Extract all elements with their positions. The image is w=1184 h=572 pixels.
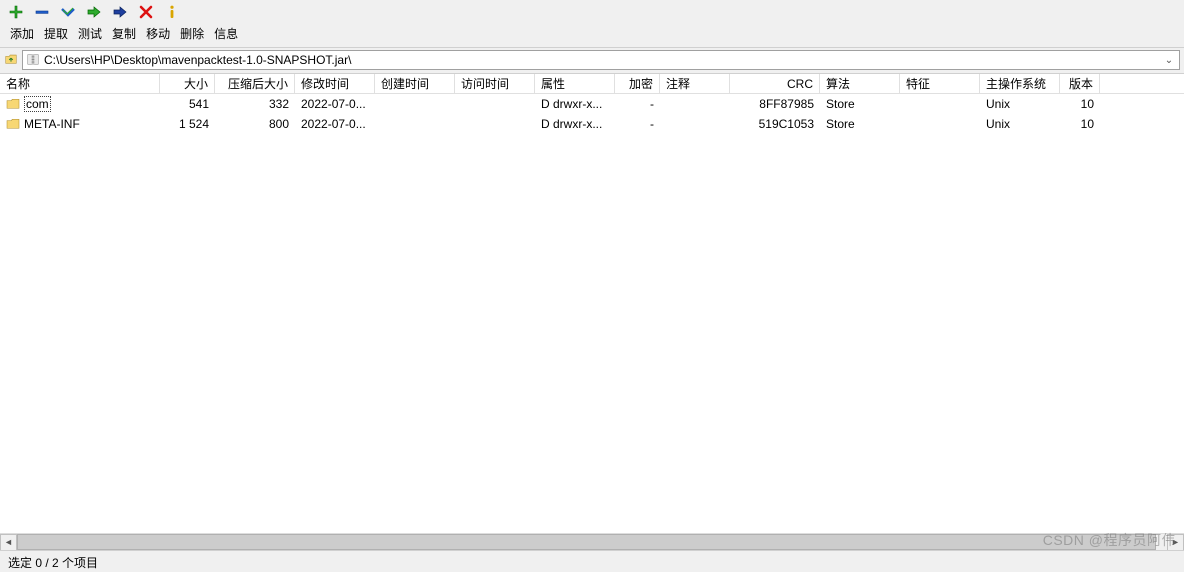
x-icon[interactable]	[138, 4, 154, 20]
cell-feat	[900, 122, 980, 126]
table-header: 名称 大小 压缩后大小 修改时间 创建时间 访问时间 属性 加密 注释 CRC …	[0, 74, 1184, 94]
col-name[interactable]: 名称	[0, 74, 160, 93]
cell-packed: 800	[215, 115, 295, 133]
cell-enc: -	[615, 115, 660, 133]
toolbar-icon-row	[6, 2, 1178, 21]
toolbar-copy[interactable]: 复制	[108, 23, 140, 44]
address-input[interactable]	[44, 53, 1158, 67]
cell-modified: 2022-07-0...	[295, 115, 375, 133]
cell-comment	[660, 102, 730, 106]
col-accessed[interactable]: 访问时间	[455, 74, 535, 93]
info-icon[interactable]	[164, 4, 180, 20]
scroll-right-btn[interactable]: ►	[1167, 534, 1184, 551]
col-ver[interactable]: 版本	[1060, 74, 1100, 93]
scroll-track[interactable]	[17, 534, 1167, 550]
col-os[interactable]: 主操作系统	[980, 74, 1060, 93]
col-size[interactable]: 大小	[160, 74, 215, 93]
cell-crc: 519C1053	[730, 115, 820, 133]
arrow-right-outline-icon[interactable]	[86, 4, 102, 20]
col-comment[interactable]: 注释	[660, 74, 730, 93]
toolbar-extract[interactable]: 提取	[40, 23, 72, 44]
address-bar: ⌄	[0, 48, 1184, 74]
cell-packed: 332	[215, 95, 295, 113]
table-row[interactable]: com5413322022-07-0... D drwxr-x...- 8FF879…	[0, 94, 1184, 114]
toolbar-info[interactable]: 信息	[210, 23, 242, 44]
cell-os: Unix	[980, 115, 1060, 133]
arrow-right-solid-icon[interactable]	[112, 4, 128, 20]
main-toolbar: 添加 提取 测试 复制 移动 删除 信息	[0, 0, 1184, 48]
col-created[interactable]: 创建时间	[375, 74, 455, 93]
col-crc[interactable]: CRC	[730, 74, 820, 93]
folder-up-icon[interactable]	[4, 52, 18, 69]
table-body: com5413322022-07-0... D drwxr-x...- 8FF879…	[0, 94, 1184, 533]
cell-attr: D drwxr-x...	[535, 115, 615, 133]
toolbar-label-row: 添加 提取 测试 复制 移动 删除 信息	[6, 21, 1178, 46]
cell-accessed	[455, 102, 535, 106]
cell-size: 1 524	[160, 115, 215, 133]
cell-ver: 10	[1060, 115, 1100, 133]
check-down-icon[interactable]	[60, 4, 76, 20]
file-table: 名称 大小 压缩后大小 修改时间 创建时间 访问时间 属性 加密 注释 CRC …	[0, 74, 1184, 533]
minus-icon[interactable]	[34, 4, 50, 20]
toolbar-delete[interactable]: 删除	[176, 23, 208, 44]
cell-attr: D drwxr-x...	[535, 95, 615, 113]
cell-os: Unix	[980, 95, 1060, 113]
cell-created	[375, 122, 455, 126]
cell-crc: 8FF87985	[730, 95, 820, 113]
toolbar-test[interactable]: 测试	[74, 23, 106, 44]
plus-icon[interactable]	[8, 4, 24, 20]
toolbar-add[interactable]: 添加	[6, 23, 38, 44]
scroll-left-btn[interactable]: ◄	[0, 534, 17, 551]
cell-created	[375, 102, 455, 106]
cell-enc: -	[615, 95, 660, 113]
address-dropdown[interactable]: ⌄	[1162, 55, 1176, 66]
toolbar-move[interactable]: 移动	[142, 23, 174, 44]
status-bar: 选定 0 / 2 个项目	[0, 550, 1184, 572]
status-text: 选定 0 / 2 个项目	[8, 556, 98, 570]
cell-name: com	[0, 94, 160, 114]
scroll-thumb[interactable]	[17, 534, 1156, 550]
col-enc[interactable]: 加密	[615, 74, 660, 93]
col-algo[interactable]: 算法	[820, 74, 900, 93]
cell-ver: 10	[1060, 95, 1100, 113]
cell-algo: Store	[820, 115, 900, 133]
table-row[interactable]: META-INF1 5248002022-07-0... D drwxr-x...…	[0, 114, 1184, 134]
col-packed[interactable]: 压缩后大小	[215, 74, 295, 93]
cell-feat	[900, 102, 980, 106]
address-input-wrap: ⌄	[22, 50, 1180, 70]
cell-accessed	[455, 122, 535, 126]
cell-name: META-INF	[0, 115, 160, 133]
cell-comment	[660, 122, 730, 126]
cell-size: 541	[160, 95, 215, 113]
cell-modified: 2022-07-0...	[295, 95, 375, 113]
cell-algo: Store	[820, 95, 900, 113]
horizontal-scrollbar[interactable]: ◄ ►	[0, 533, 1184, 550]
col-attr[interactable]: 属性	[535, 74, 615, 93]
archive-icon	[26, 52, 40, 69]
col-modified[interactable]: 修改时间	[295, 74, 375, 93]
col-feat[interactable]: 特征	[900, 74, 980, 93]
